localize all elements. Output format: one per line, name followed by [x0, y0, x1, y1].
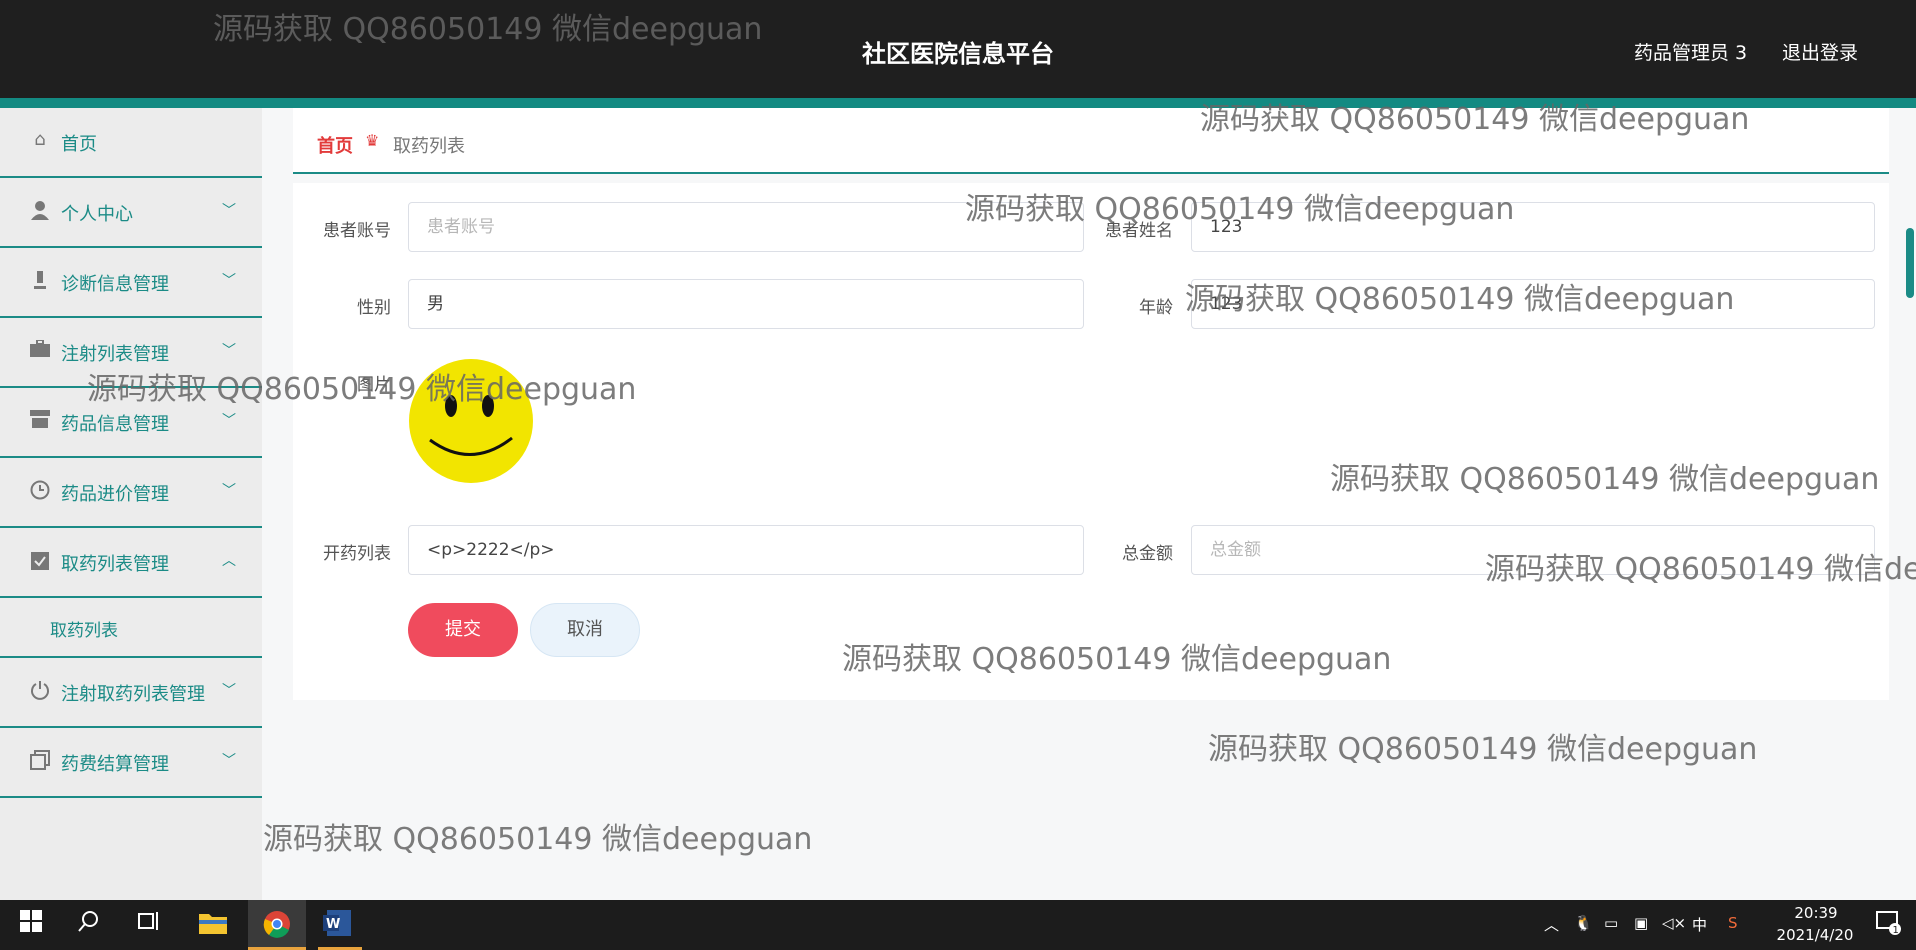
chevron-down-icon: ﹀ [222, 203, 236, 219]
volume-muted-icon[interactable]: ◁× [1662, 914, 1686, 932]
account-input[interactable]: 患者账号 [408, 202, 1084, 252]
breadcrumb-home[interactable]: 首页 [317, 132, 353, 158]
ime-indicator[interactable]: 中 [1692, 914, 1707, 935]
account-label: 患者账号 [323, 221, 391, 241]
user-icon [30, 200, 50, 220]
sidebar-item-label: 注射取药列表管理 [61, 684, 205, 705]
sidebar-item-label: 诊断信息管理 [61, 274, 169, 295]
sidebar-item-home[interactable]: ⌂ 首页 [0, 108, 262, 178]
breadcrumb-current: 取药列表 [393, 136, 465, 157]
watermark: 源码获取 QQ86050149 微信deepguan [1208, 732, 1758, 767]
gender-input[interactable]: 男 [408, 279, 1084, 329]
sidebar-item-personal-center[interactable]: 个人中心 ﹀ [0, 178, 262, 248]
notification-count: 1 [1893, 925, 1899, 936]
file-explorer-icon[interactable] [198, 910, 228, 940]
pickup-form: 患者账号 患者账号 患者姓名 123 性别 男 年龄 123 图片 开药列表 <… [293, 183, 1889, 700]
windows-start-icon[interactable] [16, 910, 46, 940]
home-icon: ⌂ [34, 129, 46, 150]
current-user-label: 药品管理员 3 [1634, 42, 1748, 64]
clock-icon [30, 480, 50, 500]
sogou-icon[interactable]: S [1728, 914, 1738, 932]
chevron-down-icon: ﹀ [222, 273, 236, 289]
power-icon [30, 680, 50, 700]
sidebar-item-drug-info[interactable]: 药品信息管理 ﹀ [0, 388, 262, 458]
sidebar-item-label: 取药列表管理 [61, 554, 169, 575]
sidebar-item-billing[interactable]: 药费结算管理 ﹀ [0, 728, 262, 798]
header-accent-bar [0, 98, 1916, 108]
watermark: 源码获取 QQ86050149 微信deepguan [263, 822, 813, 857]
chevron-up-icon: ︿ [222, 553, 236, 569]
sidebar-item-label: 首页 [61, 134, 97, 155]
name-label: 患者姓名 [1105, 221, 1173, 241]
sidebar-item-label: 药费结算管理 [61, 754, 169, 775]
sidebar-item-label: 个人中心 [61, 204, 133, 225]
age-label: 年龄 [1139, 298, 1173, 318]
word-icon[interactable]: W [322, 910, 352, 940]
cancel-button[interactable]: 取消 [530, 603, 640, 657]
sidebar-item-diagnosis[interactable]: 诊断信息管理 ﹀ [0, 248, 262, 318]
prescription-input[interactable]: <p>2222</p> [408, 525, 1084, 575]
sidebar-item-label: 药品信息管理 [61, 414, 169, 435]
photo-label: 图片 [357, 375, 391, 395]
shop-icon [30, 410, 50, 430]
chevron-down-icon: ﹀ [222, 683, 236, 699]
sidebar-item-label: 注射列表管理 [61, 344, 169, 365]
submit-button[interactable]: 提交 [408, 603, 518, 657]
top-navbar: 社区医院信息平台 药品管理员 3 退出登录 [0, 0, 1916, 108]
breadcrumb: 首页 ♛ 取药列表 [293, 108, 1889, 174]
sidebar-item-pickup[interactable]: 取药列表管理 ︿ [0, 528, 262, 598]
copy-icon [30, 750, 50, 770]
sidebar-item-drug-price[interactable]: 药品进价管理 ﹀ [0, 458, 262, 528]
prescription-label: 开药列表 [323, 544, 391, 564]
chevron-down-icon: ﹀ [222, 413, 236, 429]
network-icon[interactable]: ▣ [1634, 914, 1648, 932]
sidebar: ⌂ 首页 个人中心 ﹀ 诊断信息管理 ﹀ 注射列表管理 ﹀ 药品信息管理 ﹀ 药… [0, 108, 262, 900]
logout-link[interactable]: 退出登录 [1782, 38, 1858, 65]
app-title: 社区医院信息平台 [862, 40, 1054, 68]
patient-photo[interactable] [408, 358, 534, 488]
windows-taskbar: W ︿ 🐧 ▭ ▣ ◁× 中 S 20:39 2021/4/20 1 [0, 900, 1916, 950]
clock-time[interactable]: 20:39 [1786, 904, 1846, 922]
name-input[interactable]: 123 [1191, 202, 1875, 252]
gender-label: 性别 [357, 298, 391, 318]
clipboard-check-icon [30, 550, 50, 570]
notification-icon[interactable]: 1 [1874, 910, 1904, 940]
battery-icon[interactable]: ▭ [1604, 914, 1618, 932]
chevron-down-icon: ﹀ [222, 343, 236, 359]
task-view-icon[interactable] [134, 910, 164, 940]
qq-tray-icon[interactable]: 🐧 [1574, 914, 1593, 932]
sidebar-item-label: 药品进价管理 [61, 484, 169, 505]
chevron-down-icon: ﹀ [222, 483, 236, 499]
clock-date[interactable]: 2021/4/20 [1770, 926, 1860, 944]
briefcase-icon [30, 339, 50, 360]
total-label: 总金额 [1122, 544, 1173, 564]
sidebar-subitem-label: 取药列表 [50, 621, 118, 641]
sidebar-item-injection[interactable]: 注射列表管理 ﹀ [0, 318, 262, 388]
sidebar-subitem-pickup-list[interactable]: 取药列表 [0, 598, 262, 658]
age-input[interactable]: 123 [1191, 279, 1875, 329]
scrollbar-thumb[interactable] [1906, 228, 1914, 298]
chrome-icon[interactable] [262, 910, 292, 940]
crown-icon: ♛ [365, 131, 380, 150]
total-input[interactable]: 总金额 [1191, 525, 1875, 575]
chevron-down-icon: ﹀ [222, 753, 236, 769]
tray-expand-icon[interactable]: ︿ [1544, 914, 1559, 935]
sidebar-item-injection-pickup[interactable]: 注射取药列表管理 ﹀ [0, 658, 262, 728]
svg-text:W: W [326, 917, 340, 932]
microscope-icon [30, 270, 50, 290]
search-icon[interactable] [74, 910, 104, 940]
